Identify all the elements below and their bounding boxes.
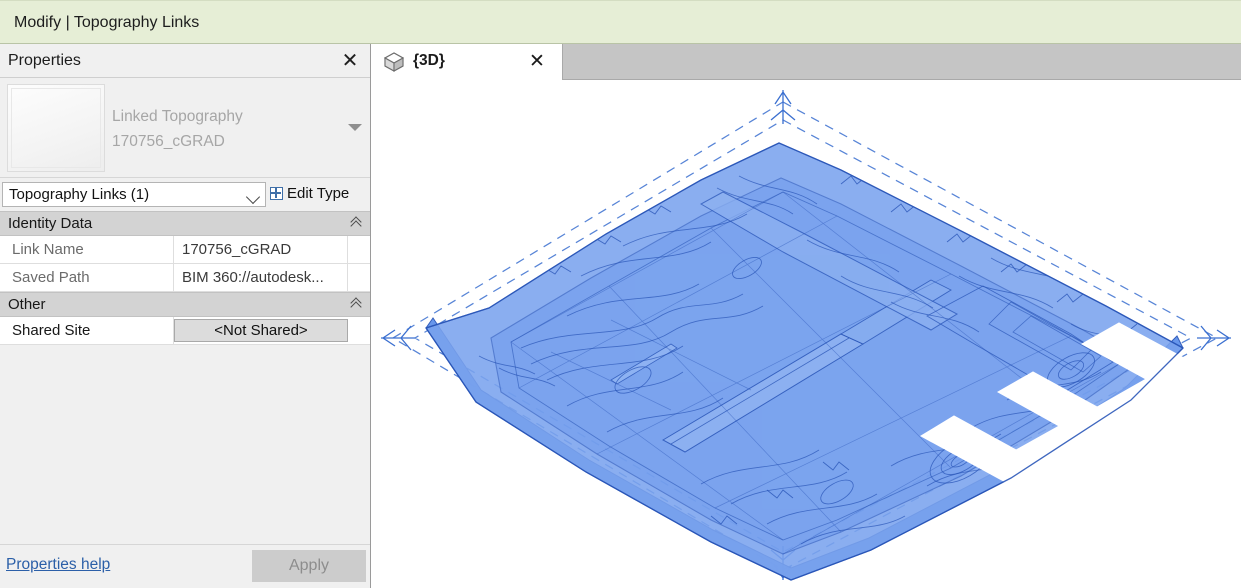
category-select-value: Topography Links (1)	[9, 186, 150, 203]
topography-model-graphic	[381, 90, 1241, 581]
parameter-group-header-identity-data[interactable]: Identity Data	[0, 211, 370, 236]
type-selector-preview-block: Linked Topography 170756_cGRAD	[0, 78, 370, 178]
view-tab-3d[interactable]: {3D} ✕	[371, 44, 563, 80]
close-icon[interactable]: ✕	[338, 48, 362, 72]
collapse-chevron-icon[interactable]	[351, 218, 362, 229]
shared-site-button[interactable]: <Not Shared>	[174, 319, 348, 342]
family-name-label: Linked Topography	[112, 108, 243, 125]
parameter-row-gutter	[348, 236, 370, 263]
chevron-down-icon	[245, 189, 261, 205]
table-row[interactable]: Link Name 170756_cGRAD	[0, 236, 370, 264]
parameter-group-header-other[interactable]: Other	[0, 292, 370, 317]
properties-panel-title: Properties	[8, 52, 81, 69]
contextual-ribbon-label: Modify | Topography Links	[14, 14, 200, 31]
parameter-name: Shared Site	[0, 317, 174, 344]
3d-model-canvas[interactable]	[371, 80, 1241, 588]
category-selector-row: Topography Links (1) Edit Type	[0, 182, 370, 208]
parameter-row-gutter	[348, 264, 370, 291]
view-area: {3D} ✕	[371, 44, 1241, 588]
properties-palette-titlebar: Properties ✕	[0, 44, 370, 78]
parameter-name: Link Name	[0, 236, 174, 263]
table-row[interactable]: Shared Site <Not Shared>	[0, 317, 370, 345]
properties-help-link[interactable]: Properties help	[6, 556, 110, 574]
home-3d-view-icon	[383, 51, 405, 73]
table-row[interactable]: Saved Path BIM 360://autodesk...	[0, 264, 370, 292]
contextual-ribbon-tab: Modify | Topography Links	[0, 0, 1241, 44]
type-name-label: 170756_cGRAD	[112, 133, 225, 150]
parameter-row-gutter	[348, 317, 370, 344]
close-icon[interactable]: ✕	[526, 49, 548, 73]
apply-button[interactable]: Apply	[252, 550, 366, 582]
collapse-chevron-icon[interactable]	[351, 299, 362, 310]
edit-type-icon	[270, 187, 283, 200]
parameter-group-title: Other	[8, 296, 46, 313]
properties-palette-footer: Properties help Apply	[0, 544, 370, 588]
type-preview-thumbnail	[7, 84, 105, 172]
chevron-down-icon[interactable]	[348, 124, 362, 131]
parameter-value[interactable]: 170756_cGRAD	[174, 236, 348, 263]
parameter-group-title: Identity Data	[8, 215, 93, 232]
view-tab-label: {3D}	[413, 52, 445, 69]
linked-topography-surface[interactable]	[425, 142, 1241, 581]
parameter-grid: Identity Data Link Name 170756_cGRAD Sav…	[0, 211, 370, 401]
parameter-value[interactable]: BIM 360://autodesk...	[174, 264, 348, 291]
view-tab-strip: {3D} ✕	[371, 44, 1241, 80]
edit-type-label: Edit Type	[287, 185, 350, 202]
parameter-name: Saved Path	[0, 264, 174, 291]
category-select[interactable]: Topography Links (1)	[2, 182, 266, 207]
properties-palette: Properties ✕ Linked Topography 170756_cG…	[0, 44, 371, 588]
